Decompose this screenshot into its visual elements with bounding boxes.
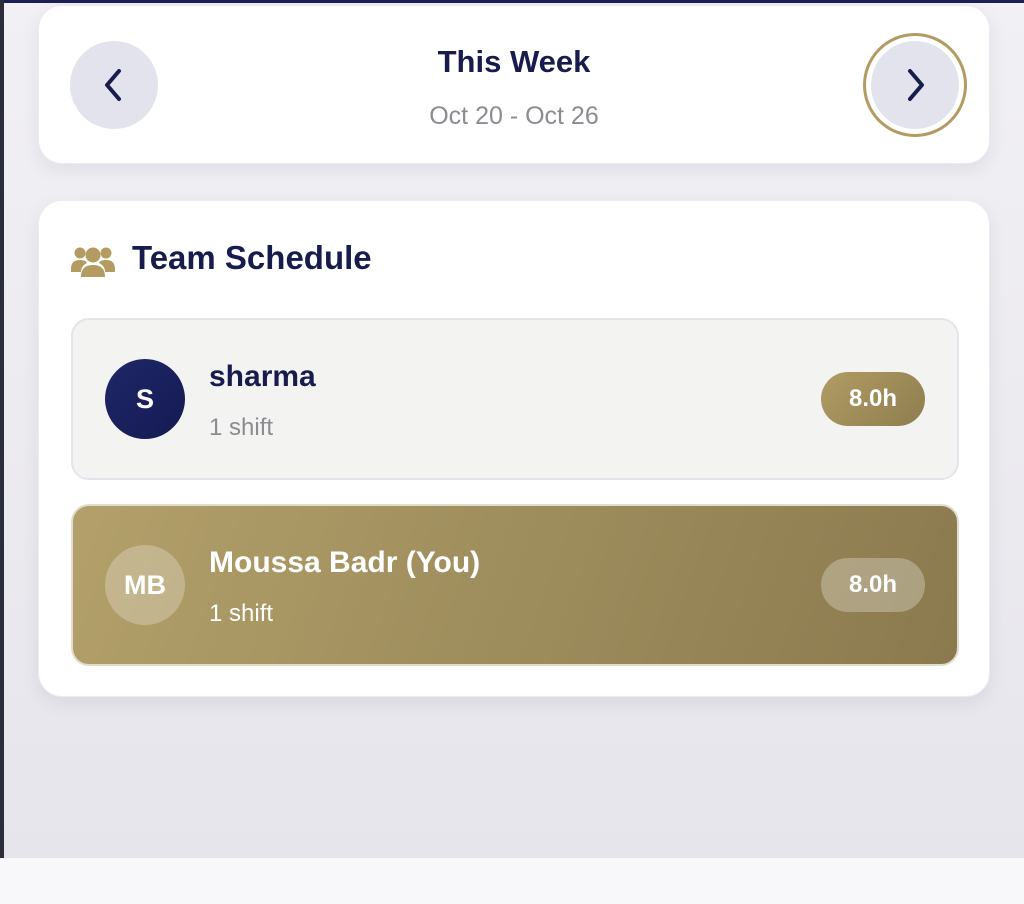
week-date-range: Oct 20 - Oct 26 <box>429 102 599 130</box>
team-member-row-current-user[interactable]: MB Moussa Badr (You) 1 shift 8.0h <box>71 504 959 666</box>
window-top-edge <box>0 0 1024 3</box>
next-week-button[interactable] <box>871 41 959 129</box>
bottom-bar <box>0 858 1024 904</box>
member-shift-count: 1 shift <box>209 414 274 441</box>
hours-badge: 8.0h <box>821 372 925 426</box>
chevron-right-icon <box>908 69 924 101</box>
hours-badge: 8.0h <box>821 558 925 612</box>
avatar: MB <box>105 545 185 625</box>
window-left-edge <box>0 0 4 858</box>
week-title: This Week <box>437 44 591 79</box>
member-name: sharma <box>209 360 316 393</box>
team-schedule-card: Team Schedule S sharma 1 shift 8.0h MB M… <box>38 200 990 697</box>
users-icon <box>71 247 115 277</box>
section-title: Team Schedule <box>132 239 372 276</box>
week-navigator: This Week Oct 20 - Oct 26 <box>38 5 990 164</box>
team-member-row[interactable]: S sharma 1 shift 8.0h <box>71 318 959 480</box>
member-shift-count: 1 shift <box>209 600 274 627</box>
member-name: Moussa Badr (You) <box>209 546 481 579</box>
avatar: S <box>105 359 185 439</box>
next-week-focus-ring <box>863 33 967 137</box>
